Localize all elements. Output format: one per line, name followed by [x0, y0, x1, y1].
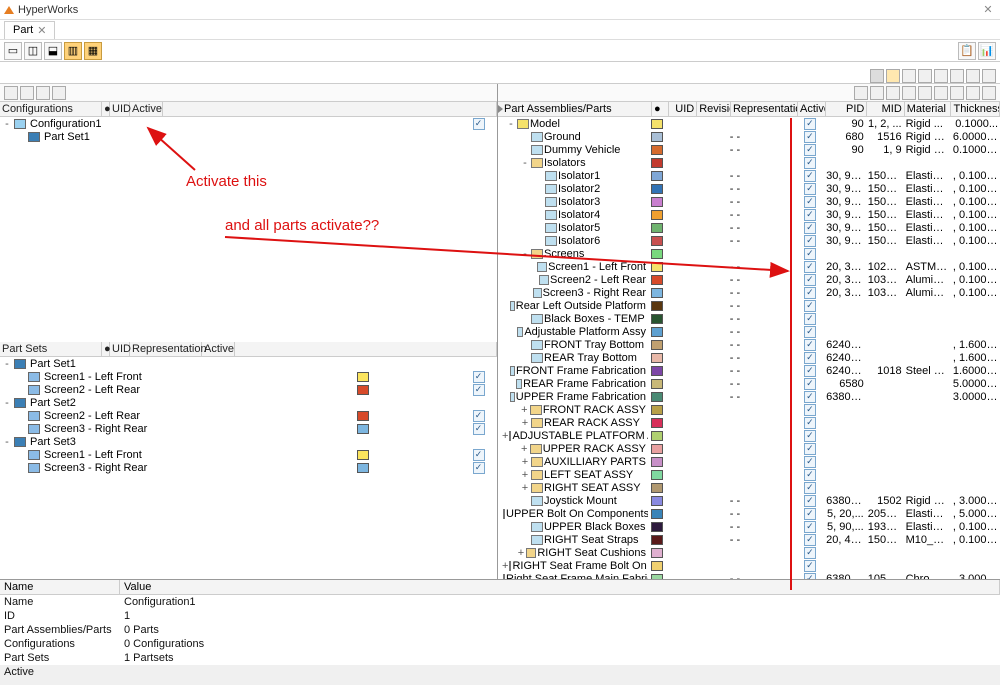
annotation-arrows	[0, 0, 1000, 685]
annotation-vertical-line	[790, 118, 792, 590]
